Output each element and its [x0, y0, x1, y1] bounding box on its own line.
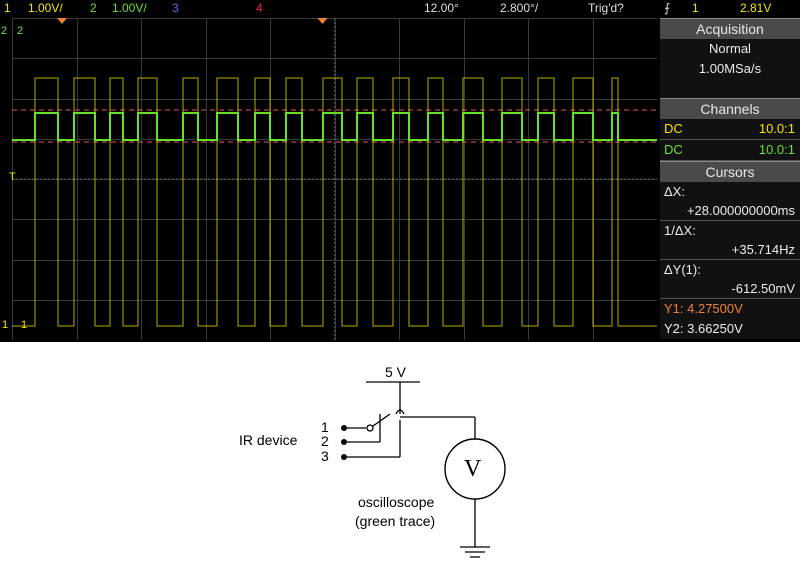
acquisition-section: Normal 1.00MSa/s [660, 39, 800, 98]
inverse-delta-x-value: +35.714Hz [660, 240, 800, 260]
trigger-offset-marker [57, 18, 67, 24]
ch4-number[interactable]: 4 [256, 0, 263, 17]
supply-label: 5 V [385, 364, 407, 380]
cursors-title[interactable]: Cursors [660, 161, 800, 182]
trigger-status: Trig'd? [588, 1, 624, 15]
oscilloscope-label: oscilloscope [358, 494, 435, 510]
side-panel: Acquisition Normal 1.00MSa/s Channels DC… [660, 18, 800, 342]
acquisition-mode: Normal [709, 41, 751, 56]
waveform-display[interactable] [12, 18, 657, 340]
ch1-marker-right: 1 [21, 319, 28, 331]
delta-y-label: ΔY(1): [664, 262, 701, 277]
ch3-number[interactable]: 3 [172, 0, 179, 17]
ch1-scale[interactable]: 1.00V/ [28, 0, 63, 17]
voltmeter-symbol: V [464, 456, 482, 482]
trigger-level[interactable]: 2.81V [740, 0, 771, 17]
channel-2-probe: 10.0:1 [758, 142, 795, 157]
cursor-y1: Y1: 4.27500V [664, 301, 743, 316]
ch2-marker-right: 2 [17, 25, 24, 37]
trigger-delay[interactable]: 2.800°/ [500, 0, 538, 17]
pin-3-label: 3 [321, 448, 329, 464]
ch2-marker-left: 2 [1, 25, 8, 37]
ch2-number[interactable]: 2 [90, 0, 97, 17]
ch2-scale[interactable]: 1.00V/ [112, 0, 147, 17]
channel-1-coupling: DC [664, 121, 683, 136]
trigger-marker: T [9, 171, 16, 183]
trigger-position-marker [317, 18, 328, 24]
delta-x-label: ΔX: [664, 184, 685, 199]
trigger-source[interactable]: 1 [692, 0, 699, 17]
cursor-y2: Y2: 3.66250V [664, 321, 743, 336]
ch1-marker-left: 1 [2, 319, 9, 331]
trigger-edge-icon: ⨍ [664, 1, 671, 15]
oscilloscope-screen: 1 1.00V/ 2 1.00V/ 3 4 12.00° 2.800°/ Tri… [0, 0, 800, 342]
acquisition-title[interactable]: Acquisition [660, 18, 800, 39]
ir-device-label: IR device [239, 432, 298, 448]
channels-section: DC 10.0:1 DC 10.0:1 [660, 119, 800, 161]
sample-rate: 1.00MSa/s [698, 61, 762, 76]
status-bar: 1 1.00V/ 2 1.00V/ 3 4 12.00° 2.800°/ Tri… [0, 0, 800, 17]
delta-y-value: -612.50mV [660, 279, 800, 299]
channel-row-1[interactable]: DC 10.0:1 [660, 119, 800, 140]
cursors-section: ΔX: +28.000000000ms 1/ΔX: +35.714Hz ΔY(1… [660, 182, 800, 339]
inverse-delta-x-label: 1/ΔX: [664, 223, 696, 238]
pin-2-label: 2 [321, 433, 329, 449]
ch1-number[interactable]: 1 [4, 0, 11, 17]
channels-title[interactable]: Channels [660, 98, 800, 119]
channel-2-coupling: DC [664, 142, 683, 157]
waveform-svg [12, 18, 657, 340]
oscilloscope-trace-label: (green trace) [355, 513, 436, 529]
circuit-diagram: 5 V IR device 1 2 3 V oscilloscope (gree… [0, 342, 800, 582]
timebase[interactable]: 12.00° [424, 0, 459, 17]
channel-1-probe: 10.0:1 [758, 121, 795, 136]
delta-x-value: +28.000000000ms [660, 201, 800, 221]
channel-row-2[interactable]: DC 10.0:1 [660, 140, 800, 161]
